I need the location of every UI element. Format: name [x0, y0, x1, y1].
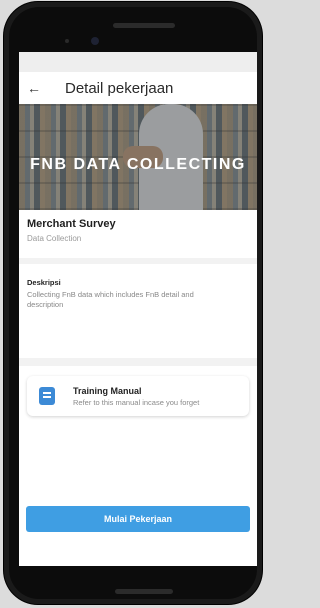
- sensor-dot: [65, 39, 69, 43]
- merchant-name: Merchant Survey: [27, 218, 116, 230]
- description-body: Collecting FnB data which includes FnB d…: [27, 290, 194, 309]
- manual-title: Training Manual: [73, 385, 142, 396]
- start-job-button[interactable]: Mulai Pekerjaan: [26, 506, 250, 532]
- page-title: Detail pekerjaan: [65, 79, 174, 97]
- bottom-action-bar: Mulai Pekerjaan: [19, 498, 257, 566]
- description-heading: Deskripsi: [27, 278, 61, 287]
- training-manual-card[interactable]: Training Manual Refer to this manual inc…: [27, 376, 249, 416]
- app-screen: ← Detail pekerjaan FNB DATA COLLECTING M…: [19, 52, 257, 566]
- banner-title: FNB DATA COLLECTING: [30, 156, 246, 173]
- front-camera: [91, 37, 99, 45]
- app-bar: ← Detail pekerjaan: [19, 72, 257, 104]
- manual-subtitle: Refer to this manual incase you forget: [73, 397, 200, 407]
- description-card: Deskripsi Collecting FnB data which incl…: [19, 264, 257, 358]
- arrow-left-icon[interactable]: ←: [27, 72, 47, 104]
- merchant-category: Data Collection: [27, 234, 82, 243]
- job-banner: FNB DATA COLLECTING: [19, 104, 257, 210]
- status-bar: [19, 52, 257, 72]
- book-icon: [39, 387, 55, 405]
- bottom-speaker: [115, 589, 173, 594]
- speaker-slot: [113, 23, 175, 28]
- merchant-card: Merchant Survey Data Collection: [19, 210, 257, 258]
